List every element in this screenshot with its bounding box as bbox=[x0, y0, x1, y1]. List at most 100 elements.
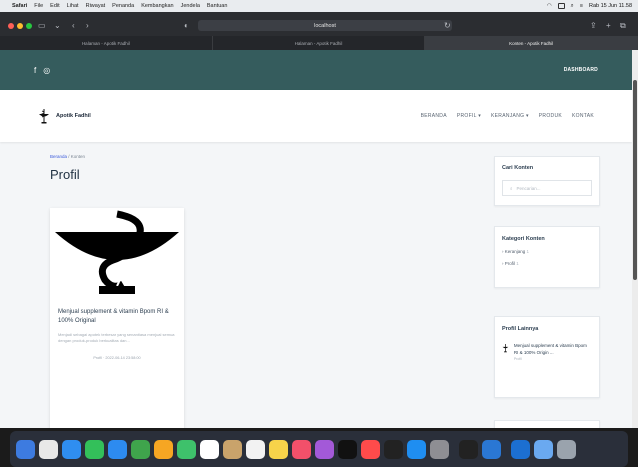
browser-tab-3[interactable]: Konten - Apotik Fadhil bbox=[425, 36, 638, 50]
dock-app-safari-icon[interactable] bbox=[62, 439, 81, 459]
search-placeholder: Pencarian... bbox=[516, 185, 541, 191]
other-profile-item-category: Profil bbox=[513, 357, 522, 361]
browser-tab-2[interactable]: Halaman - Apotik Fadhil bbox=[212, 36, 426, 50]
other-profile-title: Profil Lainnya bbox=[502, 326, 539, 332]
top-bar: f ◎ DASHBOARD bbox=[0, 50, 632, 90]
card-image bbox=[50, 208, 184, 302]
nav-item-home[interactable]: BERANDA bbox=[421, 113, 447, 119]
menu-item-edit[interactable]: Edit bbox=[50, 3, 59, 9]
dock-app-music-icon[interactable] bbox=[292, 439, 311, 459]
dock-app-code-icon[interactable] bbox=[482, 439, 501, 459]
content-card[interactable]: Menjual supplement & vitamin Bpom RI & 1… bbox=[50, 208, 184, 428]
dock-app-stocks-icon[interactable] bbox=[384, 439, 403, 459]
main-nav: BERANDA PROFIL ▾ KERANJANG ▾ PRODUK KONT… bbox=[421, 113, 594, 119]
pharmacy-thumb-icon bbox=[502, 344, 509, 353]
dock-app-finder-icon[interactable] bbox=[16, 439, 35, 459]
dock-app-xcode-icon[interactable] bbox=[511, 439, 530, 459]
search-input[interactable]: ⌕ Pencarian... bbox=[502, 180, 592, 196]
battery-icon[interactable] bbox=[557, 3, 565, 9]
forward-icon[interactable]: › bbox=[86, 21, 89, 30]
site-navbar: Apotik Fadhil BERANDA PROFIL ▾ KERANJANG… bbox=[0, 90, 632, 142]
zoom-window-icon[interactable] bbox=[26, 23, 32, 29]
sidebar-toggle-icon[interactable]: ▭ bbox=[38, 21, 46, 30]
dock-app-notes-icon[interactable] bbox=[269, 439, 288, 459]
brand[interactable]: Apotik Fadhil bbox=[38, 108, 91, 124]
other-profile-item-title: Menjual supplement & vitamin Bpom RI & 1… bbox=[513, 343, 587, 355]
dock bbox=[10, 431, 628, 467]
menubar-clock[interactable]: Rab 15 Jun 11.58 bbox=[589, 3, 632, 9]
page-scrollbar[interactable] bbox=[632, 50, 638, 428]
other-profile-widget: Profil Lainnya Menjual supplement & vita… bbox=[494, 316, 600, 398]
dock-app-terminal-icon[interactable] bbox=[459, 439, 478, 459]
category-item-cart[interactable]: › Keranjang 1 bbox=[502, 249, 592, 254]
dock-app-messages-icon[interactable] bbox=[85, 439, 104, 459]
menu-item-view[interactable]: Lihat bbox=[67, 3, 79, 9]
control-center-icon[interactable]: ≡ bbox=[580, 3, 583, 9]
dock-app-facetime-icon[interactable] bbox=[177, 439, 196, 459]
minimize-window-icon[interactable] bbox=[17, 23, 23, 29]
nav-item-cart[interactable]: KERANJANG ▾ bbox=[491, 113, 529, 119]
browser-toolbar: ▭ ⌄ ‹ › ◐ localhost ↻ ⇪ + ⧉ Halaman - Ap… bbox=[0, 12, 638, 50]
dock-app-calendar-icon[interactable] bbox=[200, 439, 219, 459]
menu-item-safari[interactable]: Safari bbox=[12, 3, 27, 9]
card-excerpt: Menjadi sebagai apotek terbesar yang sen… bbox=[58, 332, 175, 343]
privacy-shield-icon[interactable]: ◐ bbox=[184, 21, 189, 30]
dock-app-maps-icon[interactable] bbox=[131, 439, 150, 459]
share-icon[interactable]: ⇪ bbox=[590, 21, 597, 30]
dock-app-app-store-icon[interactable] bbox=[407, 439, 426, 459]
back-icon[interactable]: ‹ bbox=[72, 21, 75, 30]
dock-app-contacts-icon[interactable] bbox=[223, 439, 242, 459]
menu-bar: Safari File Edit Lihat Riwayat Penanda K… bbox=[0, 0, 638, 12]
dock-app-news-icon[interactable] bbox=[361, 439, 380, 459]
dock-app-mail-icon[interactable] bbox=[108, 439, 127, 459]
new-tab-icon[interactable]: + bbox=[606, 21, 611, 30]
menu-item-history[interactable]: Riwayat bbox=[86, 3, 106, 9]
dock-app-tv-icon[interactable] bbox=[338, 439, 357, 459]
web-page: f ◎ DASHBOARD Apotik Fadhil BERANDA PROF… bbox=[0, 50, 632, 428]
url-text: localhost bbox=[314, 22, 336, 29]
nav-item-profile[interactable]: PROFIL ▾ bbox=[457, 113, 481, 119]
wifi-icon[interactable]: ◠ bbox=[547, 3, 552, 9]
pharmacy-logo-icon bbox=[39, 109, 49, 124]
pharmacy-bowl-image bbox=[55, 210, 179, 294]
instagram-icon[interactable]: ◎ bbox=[43, 66, 50, 75]
main-content: Beranda / Konten Profil bbox=[50, 154, 85, 182]
chevron-down-icon[interactable]: ⌄ bbox=[54, 21, 61, 30]
menu-item-bookmarks[interactable]: Penanda bbox=[112, 3, 134, 9]
tab-overview-icon[interactable]: ⧉ bbox=[620, 21, 626, 31]
dock-app-reminders-icon[interactable] bbox=[246, 439, 265, 459]
menu-item-window[interactable]: Jendela bbox=[181, 3, 200, 9]
category-count: 1 bbox=[516, 261, 519, 266]
scrollbar-thumb[interactable] bbox=[633, 80, 637, 280]
browser-tab-1[interactable]: Halaman - Apotik Fadhil bbox=[0, 36, 213, 50]
card-title[interactable]: Menjual supplement & vitamin Bpom RI & 1… bbox=[50, 308, 184, 326]
reload-icon[interactable]: ↻ bbox=[444, 21, 451, 30]
menu-item-help[interactable]: Bantuan bbox=[207, 3, 228, 9]
spotlight-icon[interactable]: ⌕ bbox=[571, 3, 574, 10]
menu-item-file[interactable]: File bbox=[34, 3, 43, 9]
breadcrumb-current: Konten bbox=[70, 154, 86, 159]
nav-item-contact[interactable]: KONTAK bbox=[572, 113, 594, 119]
menu-item-develop[interactable]: Kembangkan bbox=[141, 3, 173, 9]
breadcrumb-home[interactable]: Beranda bbox=[50, 154, 67, 159]
dock-app-system-preferences-icon[interactable] bbox=[430, 439, 449, 459]
dock-app-trash-icon[interactable] bbox=[557, 439, 576, 459]
dashboard-link[interactable]: DASHBOARD bbox=[564, 67, 598, 73]
tab-bar: Halaman - Apotik Fadhil Halaman - Apotik… bbox=[0, 36, 638, 50]
breadcrumb: Beranda / Konten bbox=[50, 154, 85, 159]
window-controls bbox=[8, 23, 32, 29]
nav-item-products[interactable]: PRODUK bbox=[539, 113, 562, 119]
dock-app-launchpad-icon[interactable] bbox=[39, 439, 58, 459]
close-window-icon[interactable] bbox=[8, 23, 14, 29]
facebook-icon[interactable]: f bbox=[34, 66, 36, 75]
dock-app-photos-icon[interactable] bbox=[154, 439, 173, 459]
category-label: Keranjang bbox=[504, 249, 526, 254]
dock-app-podcasts-icon[interactable] bbox=[315, 439, 334, 459]
other-profile-item[interactable]: Menjual supplement & vitamin Bpom RI & 1… bbox=[502, 342, 592, 361]
category-item-profile[interactable]: › Profil 1 bbox=[502, 261, 592, 266]
page-title: Profil bbox=[50, 167, 80, 182]
screen: Safari File Edit Lihat Riwayat Penanda K… bbox=[0, 0, 638, 467]
address-bar[interactable]: localhost bbox=[198, 20, 452, 31]
dock-app-preview-icon[interactable] bbox=[534, 439, 553, 459]
menubar-status-area: ◠ ⌕ ≡ Rab 15 Jun 11.58 bbox=[547, 3, 632, 10]
